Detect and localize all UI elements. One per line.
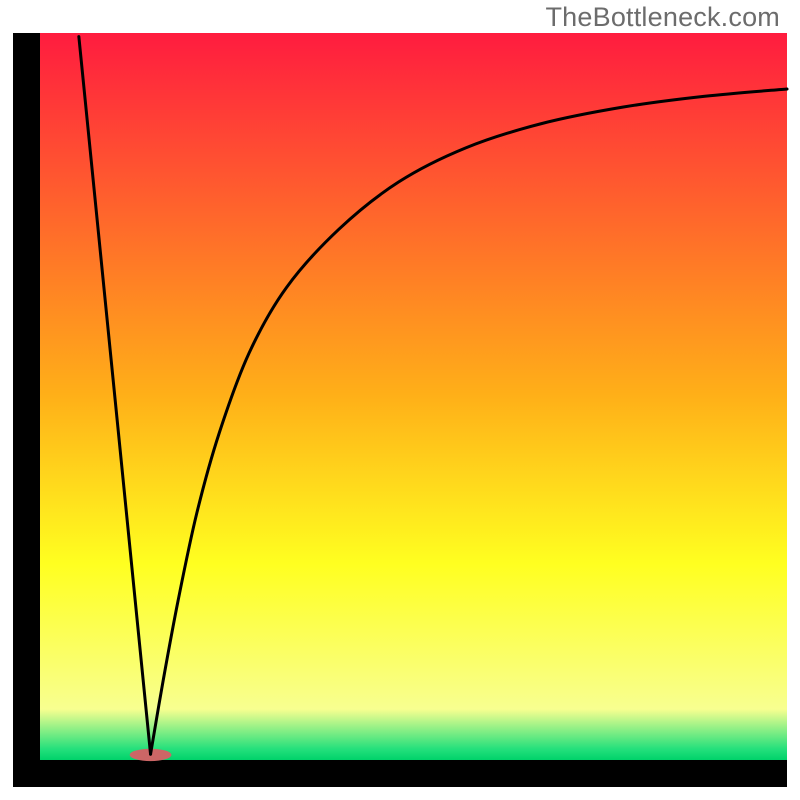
chart-svg [0,0,800,800]
watermark-label: TheBottleneck.com [545,2,780,33]
gradient-background [40,33,787,760]
x-axis [13,760,787,787]
bottleneck-chart: TheBottleneck.com [0,0,800,800]
y-axis [13,33,40,787]
